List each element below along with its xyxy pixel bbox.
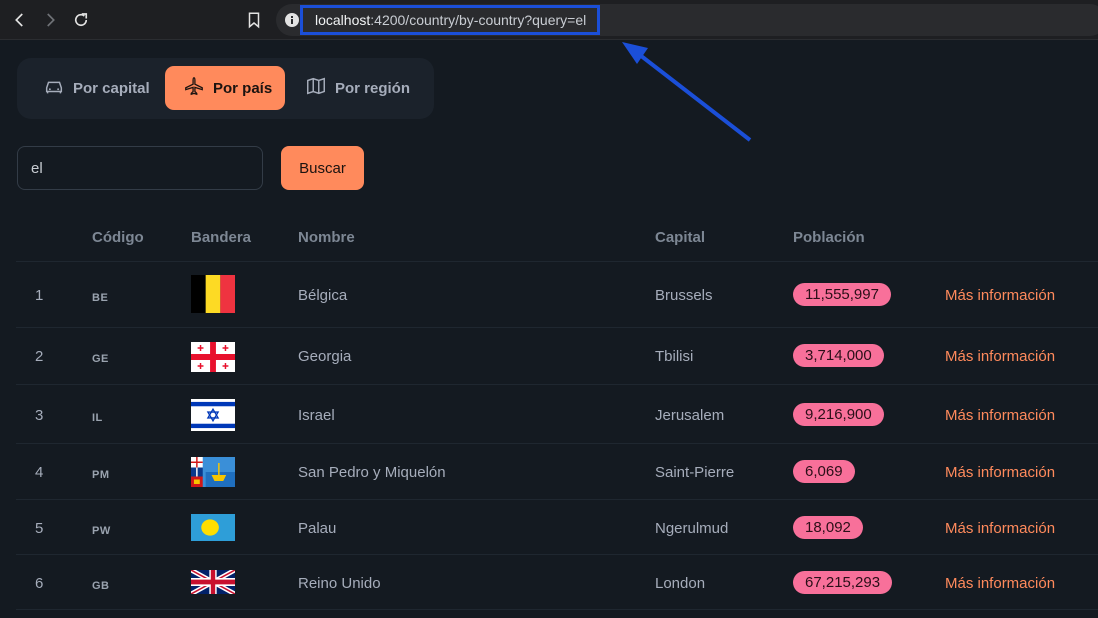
population-badge: 11,555,997 <box>793 283 891 306</box>
table-row: 6 GB Reino Unido London 67,215,293 Más i… <box>16 555 1098 610</box>
row-index: 6 <box>35 575 44 592</box>
country-code: GB <box>92 580 110 592</box>
country-code: GE <box>92 353 109 365</box>
car-icon <box>43 75 65 101</box>
country-capital: Tbilisi <box>655 348 694 365</box>
table-header: Código Bandera Nombre Capital Población <box>16 212 1098 262</box>
tab-by-capital[interactable]: Por capital <box>31 66 165 110</box>
more-info-link[interactable]: Más información <box>945 520 1055 537</box>
population-badge: 3,714,000 <box>793 344 884 367</box>
map-icon <box>305 75 327 101</box>
population-badge: 9,216,900 <box>793 403 884 426</box>
more-info-link[interactable]: Más información <box>945 348 1055 365</box>
header-flag: Bandera <box>191 229 252 246</box>
flag-united-kingdom <box>191 570 235 594</box>
row-index: 4 <box>35 464 44 481</box>
plane-icon <box>183 75 205 101</box>
table-row: 3 IL Israel Jerusalem 9,216,900 Más info… <box>16 385 1098 444</box>
header-capital: Capital <box>655 229 706 246</box>
country-capital: Brussels <box>655 287 713 304</box>
country-capital: London <box>655 575 706 592</box>
table-row: 2 GE Georgia Tbilisi 3,714,000 Más infor… <box>16 328 1098 385</box>
tab-label: Por región <box>335 79 411 97</box>
search-mode-tabs: Por capital Por país Por región <box>17 58 434 119</box>
more-info-link[interactable]: Más información <box>945 287 1055 304</box>
country-name: Georgia <box>298 348 352 365</box>
row-index: 2 <box>35 348 44 365</box>
table-row: 5 PW Palau Ngerulmud 18,092 Más informac… <box>16 500 1098 555</box>
search-button[interactable]: Buscar <box>281 146 364 190</box>
more-info-link[interactable]: Más información <box>945 407 1055 424</box>
header-population: Población <box>793 229 865 246</box>
header-name: Nombre <box>298 229 355 246</box>
population-badge: 6,069 <box>793 460 855 483</box>
flag-palau <box>191 514 235 541</box>
flag-belgium <box>191 275 235 313</box>
country-name: Israel <box>298 407 335 424</box>
country-name: Palau <box>298 520 337 537</box>
country-name: Bélgica <box>298 287 348 304</box>
more-info-link[interactable]: Más información <box>945 575 1055 592</box>
flag-saint-pierre-miquelon <box>191 457 235 487</box>
country-code: PW <box>92 525 111 537</box>
table-row: 1 BE Bélgica Brussels 11,555,997 Más inf… <box>16 262 1098 328</box>
tab-label: Por país <box>213 79 273 97</box>
country-capital: Ngerulmud <box>655 520 729 537</box>
search-input[interactable] <box>17 146 263 190</box>
country-code: BE <box>92 292 109 304</box>
flag-georgia <box>191 342 235 372</box>
country-capital: Saint-Pierre <box>655 464 735 481</box>
table-row: 4 PM San Pedro y Miquelón Saint-Pierre 6… <box>16 444 1098 500</box>
country-code: IL <box>92 412 103 424</box>
row-index: 5 <box>35 520 44 537</box>
country-name: Reino Unido <box>298 575 381 592</box>
header-code: Código <box>92 229 144 246</box>
tab-label: Por capital <box>73 79 150 97</box>
row-index: 3 <box>35 407 44 424</box>
more-info-link[interactable]: Más información <box>945 464 1055 481</box>
countries-table: Código Bandera Nombre Capital Población … <box>16 212 1098 610</box>
population-badge: 18,092 <box>793 516 863 539</box>
flag-israel <box>191 399 235 431</box>
country-name: San Pedro y Miquelón <box>298 464 446 481</box>
tab-by-country[interactable]: Por país <box>165 66 285 110</box>
row-index: 1 <box>35 287 44 304</box>
country-code: PM <box>92 469 110 481</box>
country-capital: Jerusalem <box>655 407 725 424</box>
population-badge: 67,215,293 <box>793 571 893 594</box>
tab-by-region[interactable]: Por región <box>293 66 427 110</box>
